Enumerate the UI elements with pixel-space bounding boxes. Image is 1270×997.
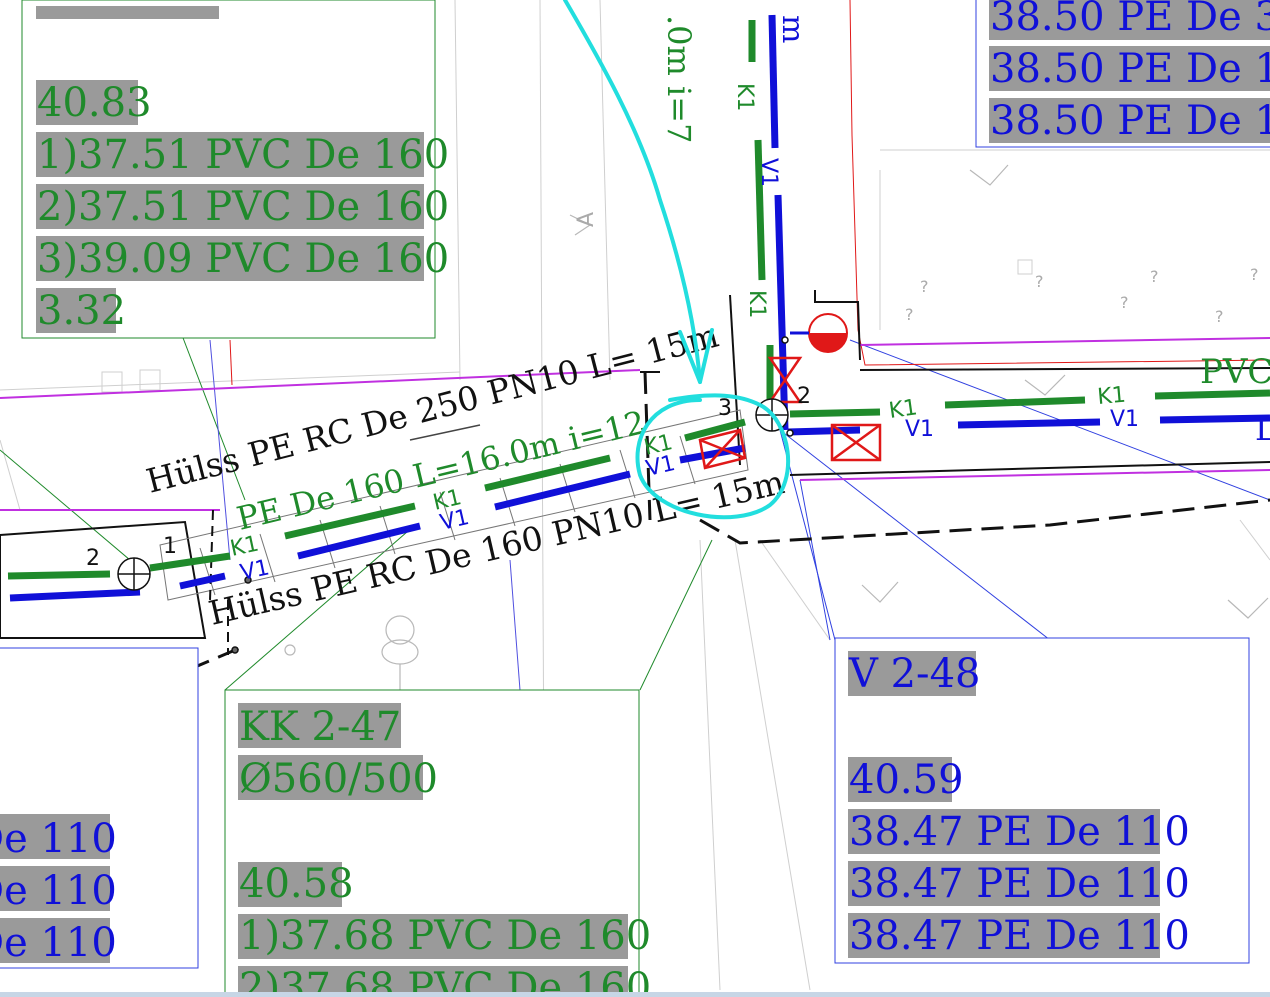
tag-v1: V1 [756,158,781,187]
svg-text:?: ? [1215,307,1224,326]
svg-text:?: ? [1120,293,1129,312]
label-box-kk: KK 2-47 Ø560/500 40.58 1)37.68 PVC De 16… [224,689,651,997]
box-line: De 110 [0,816,117,862]
box-line: 38.47 PE De 110 [849,913,1190,959]
box-line: 38.50 PE De 11 [990,98,1270,144]
label-box-top-right: 38.50 PE De 32 38.50 PE De 11 38.50 PE D… [975,0,1270,148]
box-line: 38.47 PE De 110 [849,809,1190,855]
tag-k1: K1 [1096,383,1127,410]
hydrant-icon [790,313,848,353]
tag-v1: V1 [644,451,678,482]
tag-k1: K1 [744,290,769,318]
bottom-scroll-strip [0,992,1270,997]
node-number: 1 [163,534,177,559]
label-box-top-left: 40.83 1)37.51 PVC De 160 2)37.51 PVC De … [21,0,449,339]
box-line: 38.50 PE De 32 [990,0,1270,40]
box-line: 1)37.51 PVC De 160 [37,132,449,178]
box-line: 40.59 [849,757,964,803]
box-line: 3.32 [37,288,126,334]
node-number: 2 [797,384,811,409]
box-line: Ø560/500 [239,756,438,802]
utility-plan-drawing: Hülss PE RC De 250 PN10 L= 15m PE De 160… [0,0,1270,997]
svg-text:?: ? [1150,267,1159,286]
svg-text:?: ? [1250,265,1259,284]
svg-text:?: ? [920,277,929,296]
tag-v1: V1 [1110,407,1139,432]
box-line: V 2-48 [848,651,980,697]
node-number: 3 [718,396,732,421]
box-line: De 110 [0,868,117,914]
tag-v1: V1 [438,505,472,536]
right-pvc-label: PVC [1200,352,1270,392]
node-number: 2 [86,546,100,571]
box-line: KK 2-47 [239,704,401,750]
box-line: 38.47 PE De 110 [849,861,1190,907]
svg-text:?: ? [1035,272,1044,291]
label-box-v: V 2-48 40.59 38.47 PE De 110 38.47 PE De… [834,637,1250,964]
right-l-label: L [1255,410,1270,448]
manhole-left-icon [117,557,151,591]
svg-text:A: A [574,212,599,227]
label-box-bottom-left: De 110 De 110 De 110 [0,647,199,969]
box-line: De 110 [0,920,117,966]
vertical-pipe-label: .0m i=7 [660,15,698,143]
tag-k1: K1 [732,83,757,111]
terrain-marks: ? ? ? ? ? ? ? A [574,212,1259,326]
box-line: 2)37.51 PVC De 160 [37,184,449,230]
cad-drawing-viewport[interactable]: Hülss PE RC De 250 PN10 L= 15m PE De 160… [0,0,1270,997]
box-line: 40.58 [239,861,354,907]
box-line: 40.83 [37,80,152,126]
box-line: 38.50 PE De 11 [990,46,1270,92]
box-line: 3)39.09 PVC De 160 [37,236,449,282]
vertical-m-label: m [775,15,810,43]
tag-v1: V1 [905,417,934,442]
box-line: 1)37.68 PVC De 160 [239,913,651,959]
tree-symbol [284,615,419,690]
terrain-chevrons [569,164,1269,619]
svg-text:?: ? [905,305,914,324]
